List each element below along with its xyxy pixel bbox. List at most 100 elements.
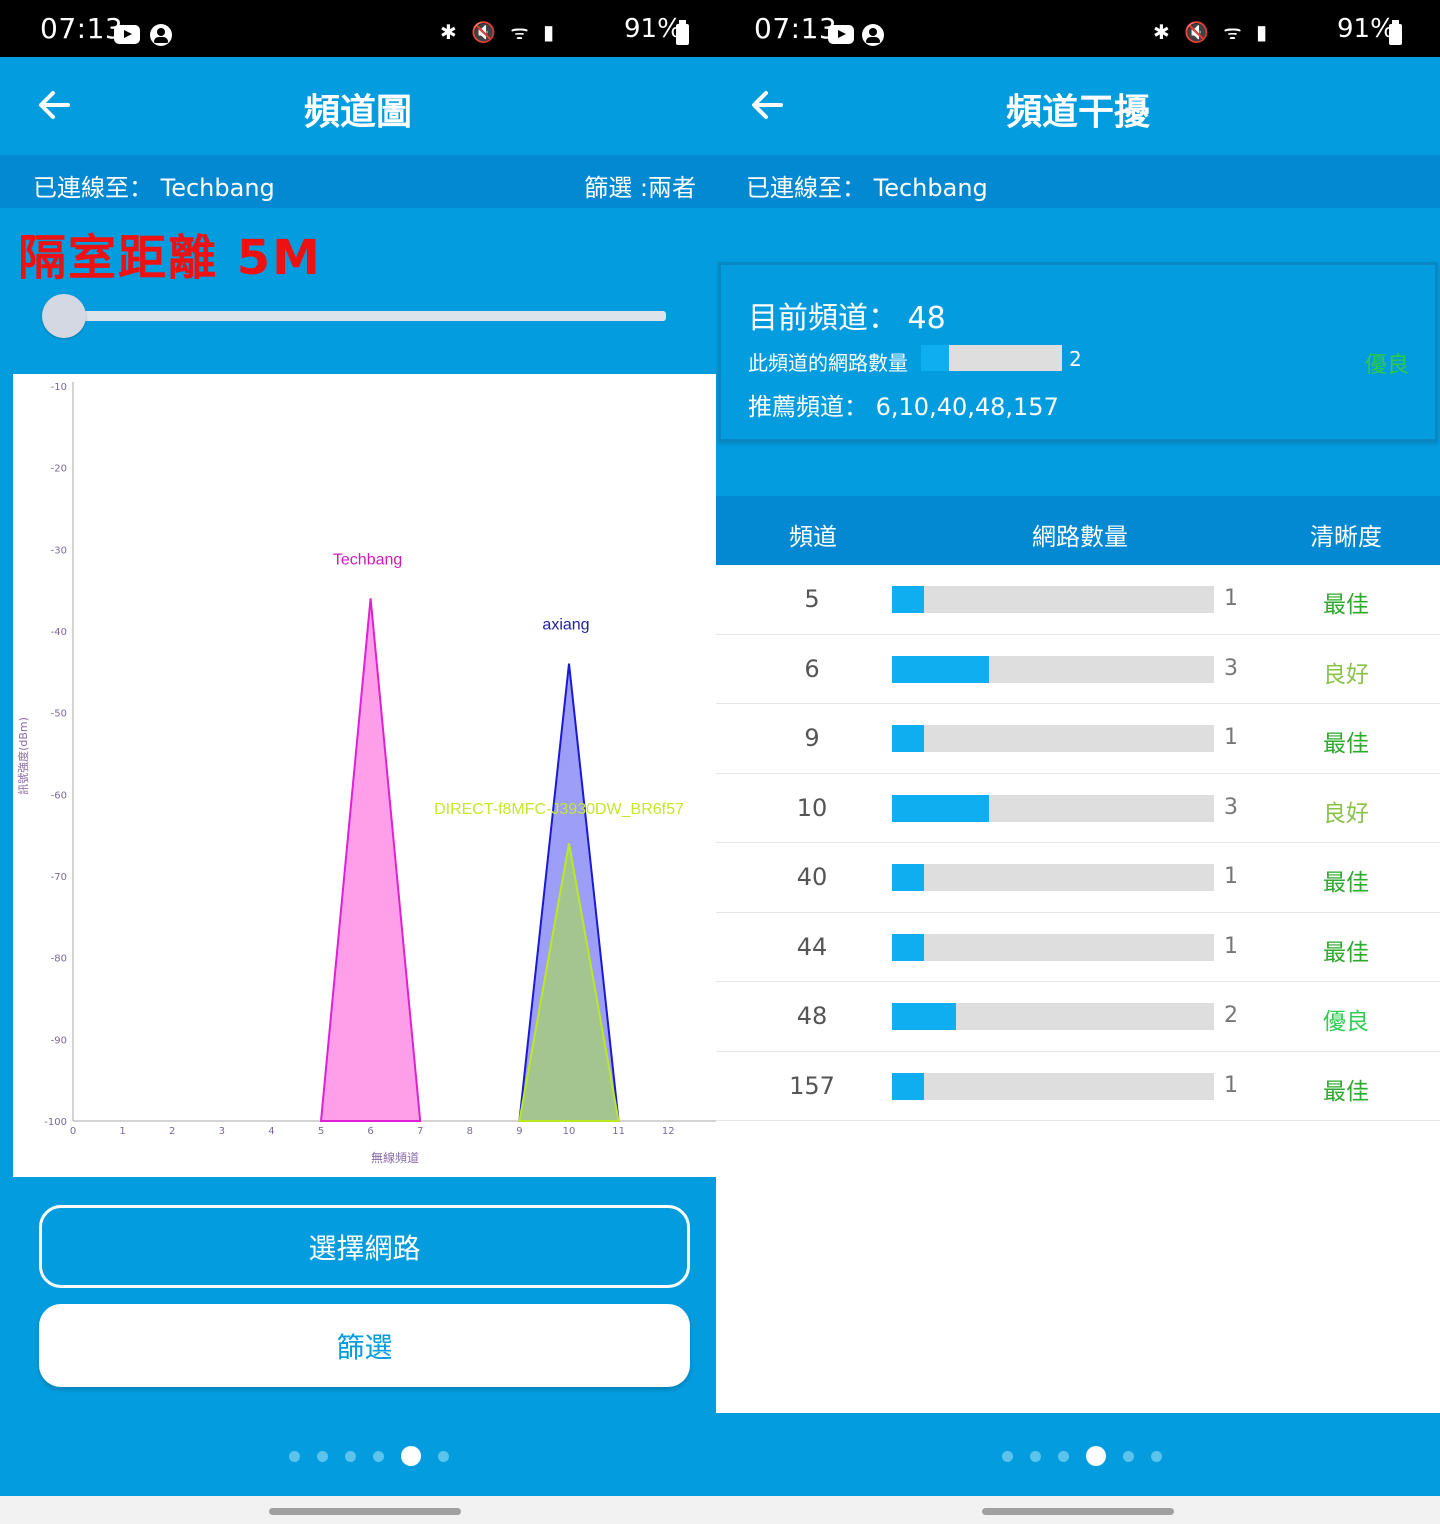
row-count-fill xyxy=(892,725,925,752)
home-pill[interactable] xyxy=(982,1508,1174,1515)
youtube-icon xyxy=(828,25,854,44)
battery-icon xyxy=(676,20,689,45)
y-tick-label: -10 xyxy=(51,382,67,393)
row-channel: 6 xyxy=(804,654,820,683)
y-tick-label: -80 xyxy=(51,954,67,965)
channel-graph-screen: 07:13 ✱ 🔇 ᯤ ▮ 91% 頻道圖 已連線至： Techbang 篩選 … xyxy=(0,0,716,1524)
select-network-button[interactable]: 選擇網路 xyxy=(39,1205,690,1288)
row-count-value: 2 xyxy=(1224,1003,1238,1028)
row-channel: 157 xyxy=(789,1071,835,1100)
y-tick-label: -20 xyxy=(51,464,67,475)
header-clarity: 清晰度 xyxy=(1310,523,1382,551)
row-channel: 10 xyxy=(796,793,828,822)
x-tick-label: 10 xyxy=(563,1126,576,1137)
x-tick-label: 0 xyxy=(70,1126,76,1137)
home-pill[interactable] xyxy=(269,1508,461,1515)
y-tick-label: -90 xyxy=(51,1035,67,1046)
page-dot[interactable] xyxy=(1002,1450,1013,1462)
network-count-bar xyxy=(921,345,1062,371)
page-dot[interactable] xyxy=(438,1450,449,1462)
table-row: 5 1 最佳 xyxy=(716,565,1440,635)
row-count-fill xyxy=(892,655,989,683)
row-count-value: 1 xyxy=(1224,586,1238,611)
slider-track[interactable] xyxy=(62,311,666,321)
series-label: DIRECT-f8MFC-J3930DW_BR6f57 xyxy=(434,801,684,818)
battery-percent: 91% xyxy=(1337,14,1395,44)
row-count-value: 3 xyxy=(1224,655,1238,681)
system-nav-bar xyxy=(716,1496,1440,1524)
y-tick-label: -40 xyxy=(51,627,67,638)
battery-icon xyxy=(1389,20,1402,45)
table-row: 40 1 最佳 xyxy=(716,843,1440,913)
page-dot-active[interactable] xyxy=(401,1446,421,1466)
filter-button[interactable]: 篩選 xyxy=(39,1304,690,1387)
row-quality: 良好 xyxy=(1323,661,1369,688)
header-channel: 頻道 xyxy=(789,523,837,551)
page-dot[interactable] xyxy=(1151,1450,1162,1462)
x-tick-label: 1 xyxy=(119,1126,125,1137)
connected-label: 已連線至： Techbang xyxy=(746,174,988,202)
row-count-value: 1 xyxy=(1224,725,1238,750)
x-tick-label: 3 xyxy=(219,1126,225,1137)
status-icons: ✱ 🔇 ᯤ ▮ xyxy=(440,20,558,44)
status-icons: ✱ 🔇 ᯤ ▮ xyxy=(1153,20,1271,44)
x-tick-label: 11 xyxy=(612,1126,625,1137)
page-title: 頻道干擾 xyxy=(1005,92,1150,133)
x-tick-label: 4 xyxy=(268,1126,274,1137)
slider-thumb[interactable] xyxy=(42,294,86,338)
channel-table: 5 1 最佳 6 3 良好 9 1 最佳 10 3 良好 40 1 最佳 44 1 最佳 48 2 優良 157 1 最佳 xyxy=(716,565,1440,1413)
recommended-channels: 推薦頻道： 6,10,40,48,157 xyxy=(748,393,1059,421)
page-dot[interactable] xyxy=(1030,1450,1041,1462)
row-channel: 5 xyxy=(804,585,820,613)
x-tick-label: 7 xyxy=(417,1126,423,1137)
channel-chart: -10 -20 -30 -40 -50 -60 -70 -80 -90 -100 0 1 2 3 4 5 6 7 8… xyxy=(13,374,716,1177)
youtube-icon xyxy=(114,25,140,44)
series-label: axiang xyxy=(542,617,589,634)
chart-svg: -10-20-30-40-50-60-70-80-90-1000 1 2 3 4 5 6 7 8… xyxy=(16,382,716,1165)
row-count-bar xyxy=(892,586,1214,613)
y-tick-label: -50 xyxy=(51,709,67,720)
page-dot[interactable] xyxy=(373,1450,384,1462)
quality-label: 優良 xyxy=(1364,353,1409,378)
row-count-bar xyxy=(892,1072,1214,1100)
x-tick-label: 6 xyxy=(367,1126,373,1137)
page-dot[interactable] xyxy=(1058,1450,1069,1462)
current-channel-label: 目前頻道： 48 xyxy=(748,301,946,336)
distance-annotation: 隔室距離 5M xyxy=(18,230,322,286)
row-count-bar xyxy=(892,1003,1214,1030)
header-network-count: 網路數量 xyxy=(1032,523,1128,551)
page-dot[interactable] xyxy=(317,1450,328,1462)
status-time: 07:13 xyxy=(40,12,124,45)
page-dot[interactable] xyxy=(345,1450,356,1462)
series-peak xyxy=(319,598,422,1122)
row-quality: 最佳 xyxy=(1323,870,1369,896)
page-dot[interactable] xyxy=(1123,1450,1134,1462)
page-dot[interactable] xyxy=(289,1450,300,1462)
row-count-fill xyxy=(892,933,925,961)
y-tick-label: -100 xyxy=(44,1117,67,1128)
app-bar: 頻道圖 xyxy=(0,57,716,155)
app-bar: 頻道干擾 xyxy=(716,57,1440,155)
x-tick-label: 9 xyxy=(516,1126,522,1137)
x-tick-label: 12 xyxy=(662,1126,675,1137)
row-count-value: 1 xyxy=(1224,864,1238,889)
row-channel: 48 xyxy=(796,1002,828,1030)
page-title: 頻道圖 xyxy=(303,92,412,133)
connection-bar: 已連線至： Techbang xyxy=(716,155,1440,208)
network-count-label: 此頻道的網路數量 xyxy=(748,351,908,375)
row-count-bar xyxy=(892,864,1214,891)
filter-label[interactable]: 篩選 :兩者 xyxy=(584,168,696,203)
row-count-fill xyxy=(892,1003,957,1030)
row-count-bar xyxy=(892,655,1214,683)
x-tick-label: 2 xyxy=(169,1126,175,1137)
table-row: 6 3 良好 xyxy=(716,635,1440,704)
page-indicator xyxy=(1002,1446,1162,1466)
row-channel: 9 xyxy=(804,724,820,752)
series-label: Techbang xyxy=(333,551,402,568)
row-quality: 最佳 xyxy=(1323,1078,1369,1105)
account-icon xyxy=(862,24,884,46)
row-quality: 最佳 xyxy=(1323,939,1369,966)
table-row: 48 2 優良 xyxy=(716,982,1440,1052)
page-dot-active[interactable] xyxy=(1086,1446,1106,1466)
battery-percent: 91% xyxy=(624,14,682,44)
